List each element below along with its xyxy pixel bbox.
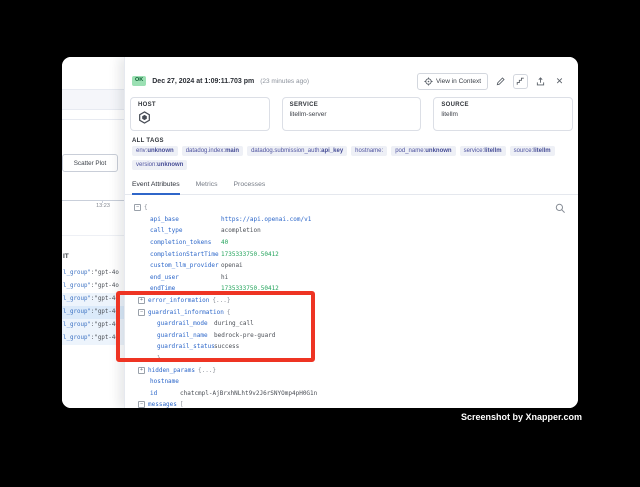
attribute-row[interactable]: hostname — [150, 376, 578, 388]
attribute-row[interactable]: id chatcmpl-AjBrxhNLht9v2J6rSNYOmp4pH0G1… — [150, 388, 578, 400]
attribute-row[interactable]: call_type acompletion — [150, 225, 578, 237]
hidden-params-group-row[interactable]: + hidden_params {...} — [138, 364, 578, 376]
collapse-icon[interactable]: − — [138, 401, 145, 408]
status-badge: OK — [132, 76, 146, 86]
close-icon: ✕ — [556, 77, 564, 86]
service-card[interactable]: SERVICE litellm-server — [282, 97, 422, 131]
event-relative-time: (23 minutes ago) — [260, 78, 309, 85]
collapse-icon[interactable]: − — [134, 204, 141, 211]
divider — [62, 119, 124, 120]
attribute-row[interactable]: end_user hi — [150, 272, 578, 284]
expand-icon[interactable]: + — [138, 367, 145, 374]
tag-pod-name[interactable]: pod_name:unknown — [391, 146, 455, 156]
tag-source[interactable]: source:litellm — [510, 146, 555, 156]
attribute-row[interactable]: completionStartTime 1735333750.50412 — [150, 248, 578, 260]
api-base-link[interactable]: https://api.openai.com/v1 — [221, 216, 311, 223]
upload-icon — [536, 77, 545, 86]
list-item[interactable]: l_group":"gpt-4o — [62, 293, 124, 306]
target-icon — [424, 77, 433, 86]
tag-hostname[interactable]: hostname: — [351, 146, 387, 156]
attribute-row[interactable]: custom_llm_provider openai — [150, 260, 578, 272]
summary-cards: HOST SERVICE litellm-server SOURCE litel… — [130, 97, 573, 131]
related-steps-button[interactable] — [513, 74, 528, 89]
watermark-text: Screenshot by Xnapper.com — [461, 412, 582, 422]
list-item[interactable]: l_group":"gpt-4o — [62, 280, 124, 293]
header-actions: View in Context — [417, 73, 566, 90]
list-row-band — [62, 89, 124, 110]
divider — [62, 235, 124, 236]
tag-env[interactable]: env:unknown — [132, 146, 178, 156]
json-root-row[interactable]: − { — [134, 202, 578, 214]
event-header: OK Dec 27, 2024 at 1:09:11.703 pm (23 mi… — [132, 74, 309, 88]
background-explorer-panel: Scatter Plot 13:23 IT l_group":"gpt-4o l… — [62, 57, 124, 408]
chart-x-axis-label: 13:23 — [84, 203, 122, 209]
list-item[interactable]: l_group":"gpt-4o — [62, 332, 124, 345]
app-window: Scatter Plot 13:23 IT l_group":"gpt-4o l… — [62, 57, 578, 408]
close-button[interactable]: ✕ — [553, 75, 566, 88]
list-item[interactable]: l_group":"gpt-4o — [62, 267, 124, 280]
attribute-row[interactable]: completion_tokens 40 — [150, 237, 578, 249]
messages-group-row[interactable]: − messages [ — [138, 399, 578, 408]
event-timestamp: Dec 27, 2024 at 1:09:11.703 pm — [152, 78, 254, 85]
tab-bar: Event Attributes Metrics Processes — [125, 175, 578, 195]
tab-processes[interactable]: Processes — [234, 175, 266, 195]
tags-list: env:unknown datadog.index:main datadog.s… — [132, 146, 562, 170]
export-share-button[interactable] — [534, 75, 547, 88]
steps-icon — [516, 77, 525, 86]
annotation-highlight-box — [116, 291, 315, 362]
tag-service[interactable]: service:litellm — [460, 146, 506, 156]
list-item[interactable]: l_group":"gpt-4o — [62, 306, 124, 319]
tag-version[interactable]: version:unknown — [132, 160, 187, 170]
host-hexagon-icon — [138, 111, 262, 124]
tab-event-attributes[interactable]: Event Attributes — [132, 175, 180, 195]
view-in-context-button[interactable]: View in Context — [417, 73, 488, 90]
scatter-plot-button[interactable]: Scatter Plot — [62, 154, 118, 172]
source-card[interactable]: SOURCE litellm — [433, 97, 573, 131]
list-item[interactable]: l_group":"gpt-4o — [62, 319, 124, 332]
tab-metrics[interactable]: Metrics — [196, 175, 218, 195]
edit-pencil-button[interactable] — [494, 75, 507, 88]
tag-datadog-index[interactable]: datadog.index:main — [182, 146, 243, 156]
pencil-icon — [496, 77, 505, 86]
facet-list-header: IT — [63, 253, 69, 260]
screenshot-stage: Scatter Plot 13:23 IT l_group":"gpt-4o l… — [0, 0, 640, 487]
host-card[interactable]: HOST — [130, 97, 270, 131]
tag-submission-auth[interactable]: datadog.submission_auth:api_key — [247, 146, 347, 156]
chart-x-axis — [62, 200, 124, 201]
all-tags-label: ALL TAGS — [132, 138, 164, 144]
attribute-row[interactable]: api_base https://api.openai.com/v1 — [150, 214, 578, 226]
